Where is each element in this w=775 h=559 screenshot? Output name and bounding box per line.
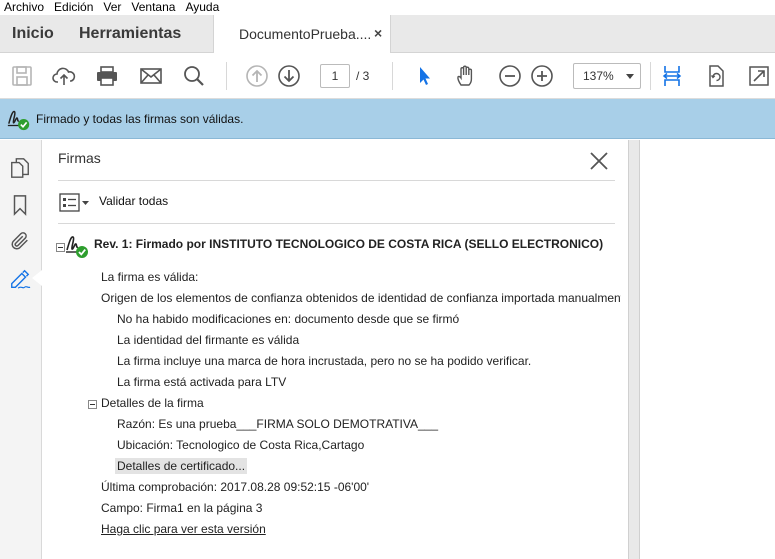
select-arrow-icon[interactable] xyxy=(411,63,437,89)
menu-ayuda[interactable]: Ayuda xyxy=(180,1,224,14)
rotate-page-icon[interactable] xyxy=(703,63,729,89)
signature-valid-icon xyxy=(66,236,88,258)
validate-all-button[interactable]: Validar todas xyxy=(99,194,168,208)
menu-archivo[interactable]: Archivo xyxy=(0,1,49,14)
search-icon[interactable] xyxy=(181,63,207,89)
menu-bar: Archivo Edición Ver Ventana Ayuda xyxy=(0,0,775,15)
panel-scrollbar[interactable] xyxy=(628,140,640,559)
menu-ver[interactable]: Ver xyxy=(98,1,126,14)
signature-details-label[interactable]: Detalles de la firma xyxy=(101,396,204,411)
menu-ventana[interactable]: Ventana xyxy=(126,1,180,14)
signature-status-text: Firmado y todas las firmas son válidas. xyxy=(36,112,244,126)
no-modifications-text: No ha habido modificaciones en: document… xyxy=(117,312,460,326)
hand-icon[interactable] xyxy=(453,63,479,89)
location-text: Ubicación: Tecnologico de Costa Rica,Car… xyxy=(117,438,365,452)
signature-valid-text: La firma es válida: xyxy=(101,270,199,284)
certificate-details-label: Detalles de certificado... xyxy=(115,458,248,474)
document-view[interactable] xyxy=(640,140,775,559)
page-down-icon[interactable] xyxy=(276,63,302,89)
upload-icon[interactable] xyxy=(51,63,77,89)
bookmark-icon[interactable] xyxy=(7,192,33,218)
print-icon[interactable] xyxy=(94,63,120,89)
zoom-out-icon[interactable] xyxy=(497,63,523,89)
signature-status-banner: Firmado y todas las firmas son válidas. xyxy=(0,99,775,139)
pages-icon[interactable] xyxy=(7,155,33,181)
chevron-down-icon xyxy=(626,74,634,79)
collapse-details-toggle[interactable] xyxy=(88,400,97,409)
page-up-icon[interactable] xyxy=(244,63,270,89)
panel-title: Firmas xyxy=(58,150,101,166)
signature-icon[interactable] xyxy=(7,266,33,292)
attachment-icon[interactable] xyxy=(7,228,33,254)
signature-valid-icon xyxy=(7,110,30,131)
last-check-text: Última comprobación: 2017.08.28 09:52:15… xyxy=(101,480,370,494)
save-icon[interactable] xyxy=(9,63,35,89)
toolbar-separator xyxy=(392,62,393,90)
page-total: / 3 xyxy=(356,69,370,83)
divider xyxy=(58,180,615,181)
tab-herramientas[interactable]: Herramientas xyxy=(79,15,181,53)
toolbar: 1 / 3 137% xyxy=(0,53,775,99)
tab-bar: Inicio Herramientas DocumentoPrueba.... … xyxy=(0,15,775,53)
toolbar-separator xyxy=(650,62,651,90)
close-icon[interactable] xyxy=(587,149,611,173)
tab-document-title: DocumentoPrueba.... xyxy=(239,26,372,42)
menu-edicion[interactable]: Edición xyxy=(49,1,98,14)
trust-origin-text: Origen de los elementos de confianza obt… xyxy=(101,291,621,305)
active-panel-indicator xyxy=(32,270,42,286)
tab-document[interactable]: DocumentoPrueba.... × xyxy=(213,15,391,53)
toolbar-separator xyxy=(226,62,227,90)
mail-icon[interactable] xyxy=(138,63,164,89)
options-icon[interactable] xyxy=(59,192,91,214)
field-text: Campo: Firma1 en la página 3 xyxy=(101,501,263,515)
ltv-text: La firma está activada para LTV xyxy=(117,375,287,389)
tab-close-icon[interactable]: × xyxy=(374,15,382,52)
left-nav-rail xyxy=(0,140,42,559)
tab-inicio[interactable]: Inicio xyxy=(12,15,54,53)
zoom-select[interactable]: 137% xyxy=(573,63,641,89)
revision-title[interactable]: Rev. 1: Firmado por INSTITUTO TECNOLOGIC… xyxy=(94,237,603,251)
zoom-value: 137% xyxy=(583,69,614,83)
reason-text: Razón: Es una prueba___FIRMA SOLO DEMOTR… xyxy=(117,417,439,431)
page-number-input[interactable]: 1 xyxy=(320,64,350,88)
fit-width-icon[interactable] xyxy=(659,63,685,89)
fullscreen-icon[interactable] xyxy=(746,63,772,89)
divider xyxy=(58,223,615,224)
signer-identity-text: La identidad del firmante es válida xyxy=(117,333,300,347)
certificate-details-link[interactable]: Detalles de certificado... xyxy=(115,458,248,474)
timestamp-text: La firma incluye una marca de hora incru… xyxy=(117,354,532,368)
signatures-panel: Firmas Validar todas Rev. 1: Firmado por… xyxy=(43,140,628,559)
view-version-link[interactable]: Haga clic para ver esta versión xyxy=(101,522,266,537)
zoom-in-icon[interactable] xyxy=(529,63,555,89)
